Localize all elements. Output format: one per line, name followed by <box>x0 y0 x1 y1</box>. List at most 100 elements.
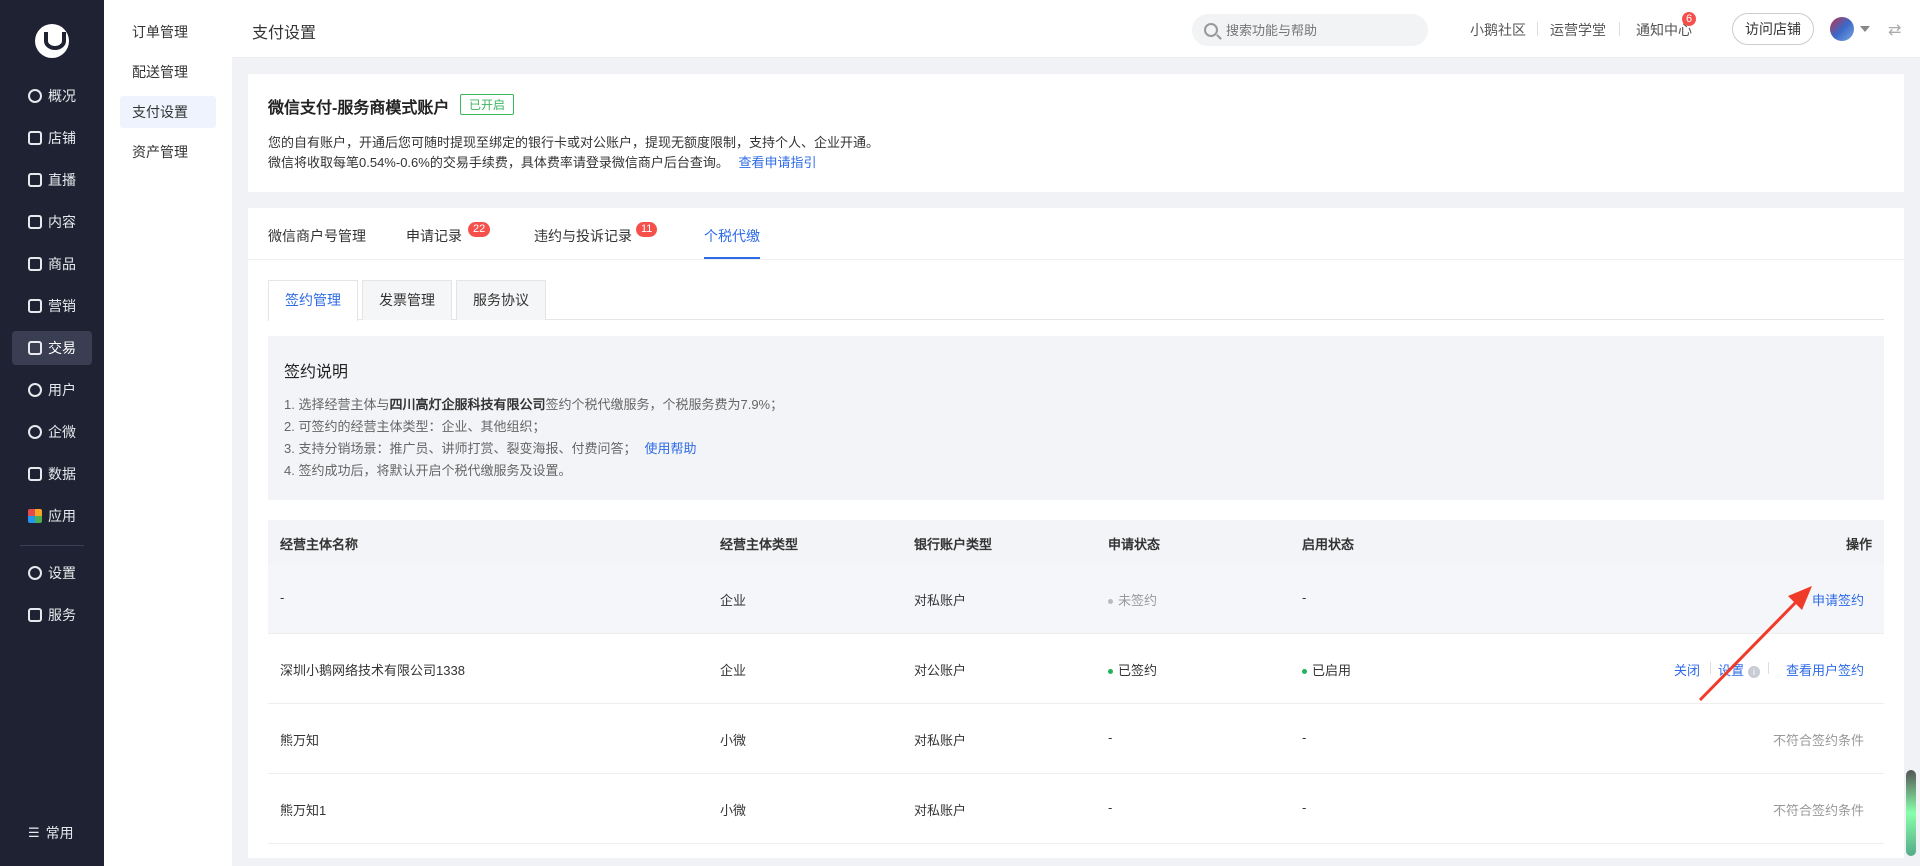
active-tab-indicator <box>704 257 760 259</box>
guide-link[interactable]: 查看申请指引 <box>738 155 816 170</box>
nav-item-goods[interactable]: 商品 <box>12 247 92 281</box>
cell-bank-type: 对私账户 <box>914 593 967 608</box>
subtab-contract-management[interactable]: 签约管理 <box>268 280 358 321</box>
chevron-down-icon[interactable] <box>1860 26 1870 32</box>
academy-link[interactable]: 运营学堂 <box>1550 20 1606 40</box>
tab-tax-withholding[interactable]: 个税代缴 <box>704 226 760 246</box>
nav-item-data[interactable]: 数据 <box>12 457 92 491</box>
live-icon <box>28 173 42 187</box>
exchange-icon <box>28 341 42 355</box>
scrollbar-thumb[interactable] <box>1906 770 1916 856</box>
cell-enable-status: 已启用 <box>1302 660 1351 679</box>
service-icon <box>28 608 42 622</box>
list-icon: ☰ <box>28 825 40 840</box>
search-input[interactable] <box>1226 22 1406 38</box>
submenu-delivery[interactable]: 配送管理 <box>120 56 216 88</box>
cell-entity-name: 深圳小鹅网络技术有限公司1338 <box>280 663 465 678</box>
cell-enable-status: - <box>1302 730 1307 745</box>
status-dot <box>1302 669 1307 675</box>
nav-item-marketing[interactable]: 营销 <box>12 289 92 323</box>
submenu-assets[interactable]: 资产管理 <box>120 136 216 168</box>
switch-icon[interactable]: ⇄ <box>1888 20 1901 40</box>
table-header: 经营主体名称 经营主体类型 银行账户类型 申请状态 启用状态 操作 <box>268 520 1884 564</box>
search-icon <box>1204 23 1218 37</box>
sub-tab-bar: 签约管理 发票管理 服务协议 <box>268 280 1884 321</box>
nav-item-wecom[interactable]: 企微 <box>12 415 92 449</box>
ineligible-text: 不符合签约条件 <box>1772 733 1864 748</box>
nav-item-overview[interactable]: 概况 <box>12 79 92 113</box>
separator <box>1768 662 1769 674</box>
cell-apply-status: 未签约 <box>1108 590 1157 609</box>
megaphone-icon <box>28 299 42 313</box>
notice-line-3: 3. 支持分销场景：推广员、讲师打赏、裂变海报、付费问答； 使用帮助 <box>284 441 697 456</box>
nav-item-store[interactable]: 店铺 <box>12 121 92 155</box>
cell-entity-type: 小微 <box>720 803 747 818</box>
box-icon <box>28 257 42 271</box>
page-title: 支付设置 <box>252 25 317 42</box>
submenu-orders[interactable]: 订单管理 <box>120 16 216 48</box>
notice-line-2: 2. 可签约的经营主体类型：企业、其他组织； <box>284 419 546 434</box>
nav-item-user[interactable]: 用户 <box>12 373 92 407</box>
cell-entity-name: - <box>280 590 285 605</box>
app-logo-icon[interactable] <box>35 24 69 58</box>
status-badge: 已开启 <box>460 94 515 115</box>
account-desc-1: 您的自有账户，开通后您可随时提现至绑定的银行卡或对公账户，提现无额度限制，支持个… <box>268 135 880 150</box>
settings-link[interactable]: 设置 <box>1718 663 1744 678</box>
info-icon[interactable]: i <box>1748 665 1761 678</box>
avatar[interactable] <box>1830 17 1854 41</box>
submenu-payment-settings[interactable]: 支付设置 <box>120 96 216 128</box>
table-row: 熊万知1 小微 对私账户 - - 不符合签约条件 <box>268 774 1884 844</box>
nav-item-content[interactable]: 内容 <box>12 205 92 239</box>
cell-entity-type: 企业 <box>720 593 747 608</box>
notice-line-1: 1. 选择经营主体与四川高灯企服科技有限公司签约个税代缴服务，个税服务费为7.9… <box>284 397 784 412</box>
cell-enable-status: - <box>1302 800 1307 815</box>
application-count-badge: 22 <box>468 222 491 237</box>
col-entity-type: 经营主体类型 <box>720 537 799 552</box>
cell-apply-status: - <box>1108 800 1113 815</box>
settings-link-wrap: 设置 i <box>1718 660 1761 679</box>
table-row: 熊万知 小微 对私账户 - - 不符合签约条件 <box>268 704 1884 774</box>
cell-entity-type: 企业 <box>720 663 747 678</box>
main-card: 微信商户号管理 申请记录 22 违约与投诉记录 11 个税代缴 签约管理 发票管… <box>248 208 1904 858</box>
notice-line-4: 4. 签约成功后，将默认开启个税代缴服务及设置。 <box>284 463 572 478</box>
status-dot <box>1108 669 1113 675</box>
apply-contract-link[interactable]: 申请签约 <box>1812 590 1864 609</box>
close-link[interactable]: 关闭 <box>1674 660 1700 679</box>
table-row: - 企业 对私账户 未签约 - 申请签约 <box>268 564 1884 634</box>
subtab-service-agreement[interactable]: 服务协议 <box>456 280 546 320</box>
contract-notice: 签约说明 1. 选择经营主体与四川高灯企服科技有限公司签约个税代缴服务，个税服务… <box>268 336 1884 500</box>
nav-item-settings[interactable]: 设置 <box>12 556 92 590</box>
visit-store-button[interactable]: 访问店铺 <box>1732 13 1814 45</box>
ineligible-text: 不符合签约条件 <box>1772 803 1864 818</box>
store-icon <box>28 131 42 145</box>
chat-icon <box>28 425 42 439</box>
top-bar: 支付设置 小鹅社区 运营学堂 通知中心 6 访问店铺 ⇄ <box>232 0 1920 58</box>
sub-menu: 订单管理 配送管理 支付设置 资产管理 <box>104 0 232 866</box>
nav-item-service[interactable]: 服务 <box>12 598 92 632</box>
main-nav: 概况 店铺 直播 内容 商品 营销 交易 用户 企微 数据 应用 设置 服务 ☰… <box>0 0 104 866</box>
notification-badge: 6 <box>1682 12 1697 26</box>
community-link[interactable]: 小鹅社区 <box>1470 20 1526 40</box>
cell-entity-type: 小微 <box>720 733 747 748</box>
gear-icon <box>28 566 42 580</box>
nav-item-apps[interactable]: 应用 <box>12 499 92 533</box>
nav-item-favorites[interactable]: ☰ 常用 <box>12 816 92 850</box>
col-apply-status: 申请状态 <box>1108 537 1161 552</box>
subtab-invoice-management[interactable]: 发票管理 <box>362 280 452 320</box>
search-box[interactable] <box>1192 14 1428 46</box>
account-desc-2: 微信将收取每笔0.54%-0.6%的交易手续费，具体费率请登录微信商户后台查询。… <box>268 155 817 170</box>
tab-merchant-management[interactable]: 微信商户号管理 <box>268 226 366 246</box>
view-user-contracts-link[interactable]: 查看用户签约 <box>1786 660 1864 679</box>
apps-icon <box>28 509 42 523</box>
table-row: 深圳小鹅网络技术有限公司1338 企业 对公账户 已签约 已启用 关闭 设置 i … <box>268 634 1884 704</box>
tab-application-records[interactable]: 申请记录 <box>406 226 462 246</box>
clock-icon <box>28 89 42 103</box>
nav-item-live[interactable]: 直播 <box>12 163 92 197</box>
nav-item-trade[interactable]: 交易 <box>12 331 92 365</box>
cell-bank-type: 对私账户 <box>914 733 967 748</box>
cell-bank-type: 对私账户 <box>914 803 967 818</box>
separator <box>1537 22 1538 36</box>
tab-violation-records[interactable]: 违约与投诉记录 <box>534 226 632 246</box>
cell-apply-status: 已签约 <box>1108 660 1157 679</box>
help-link[interactable]: 使用帮助 <box>644 441 696 456</box>
